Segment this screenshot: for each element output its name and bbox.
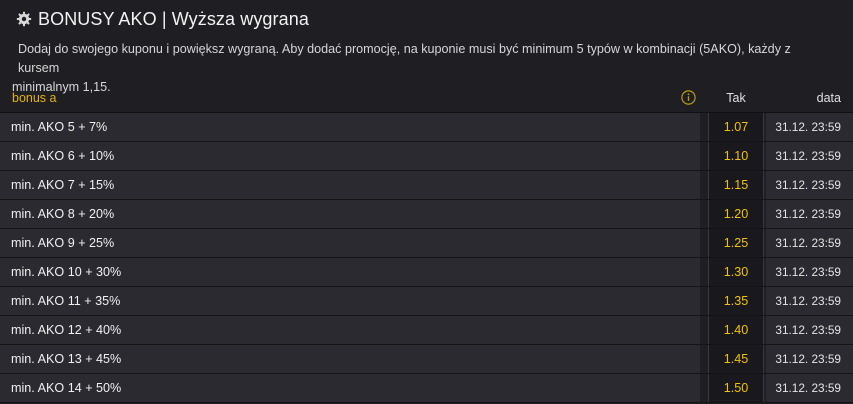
title-bar: BONUSY AKO | Wyższa wygrana — [0, 0, 853, 38]
bonus-name: min. AKO 11 + 35% — [0, 287, 700, 315]
promo-description: Dodaj do swojego kuponu i powiększ wygra… — [0, 38, 853, 94]
odds-button[interactable]: 1.50 — [708, 374, 764, 402]
odds-button[interactable]: 1.45 — [708, 345, 764, 373]
bonus-name: min. AKO 13 + 45% — [0, 345, 700, 373]
odds-button[interactable]: 1.25 — [708, 229, 764, 257]
odds-button[interactable]: 1.15 — [708, 171, 764, 199]
header-date: data — [816, 91, 841, 105]
table-row: min. AKO 13 + 45% 1.45 31.12. 23:59 — [0, 345, 853, 374]
bonus-date: 31.12. 23:59 — [766, 258, 853, 286]
page-title: BONUSY AKO | Wyższa wygrana — [38, 8, 309, 29]
odds-button[interactable]: 1.10 — [708, 142, 764, 170]
bonus-name: min. AKO 6 + 10% — [0, 142, 700, 170]
bonus-panel: BONUSY AKO | Wyższa wygrana Dodaj do swo… — [0, 0, 853, 404]
bonus-name: min. AKO 14 + 50% — [0, 374, 700, 402]
header-odds: Tak — [726, 91, 746, 105]
table-header: bonus a Tak data — [0, 84, 853, 113]
bonus-name: min. AKO 10 + 30% — [0, 258, 700, 286]
bonus-date: 31.12. 23:59 — [766, 113, 853, 141]
bonus-date: 31.12. 23:59 — [766, 345, 853, 373]
odds-button[interactable]: 1.30 — [708, 258, 764, 286]
odds-button[interactable]: 1.07 — [708, 113, 764, 141]
table-row: min. AKO 8 + 20% 1.20 31.12. 23:59 — [0, 200, 853, 229]
bonus-date: 31.12. 23:59 — [766, 171, 853, 199]
bonus-date: 31.12. 23:59 — [766, 287, 853, 315]
bonus-name: min. AKO 7 + 15% — [0, 171, 700, 199]
table-row: min. AKO 5 + 7% 1.07 31.12. 23:59 — [0, 113, 853, 142]
table-row: min. AKO 11 + 35% 1.35 31.12. 23:59 — [0, 287, 853, 316]
table-row: min. AKO 6 + 10% 1.10 31.12. 23:59 — [0, 142, 853, 171]
bonus-name: min. AKO 8 + 20% — [0, 200, 700, 228]
bonus-name: min. AKO 5 + 7% — [0, 113, 700, 141]
bonus-date: 31.12. 23:59 — [766, 374, 853, 402]
table-row: min. AKO 12 + 40% 1.40 31.12. 23:59 — [0, 316, 853, 345]
header-label: bonus a — [12, 91, 57, 105]
info-icon[interactable] — [681, 90, 696, 105]
table-row: min. AKO 9 + 25% 1.25 31.12. 23:59 — [0, 229, 853, 258]
bonus-date: 31.12. 23:59 — [766, 229, 853, 257]
bonus-date: 31.12. 23:59 — [766, 316, 853, 344]
description-line-1: Dodaj do swojego kuponu i powiększ wygra… — [18, 42, 791, 75]
gear-badge-icon — [16, 11, 32, 27]
bonus-date: 31.12. 23:59 — [766, 142, 853, 170]
table-row: min. AKO 14 + 50% 1.50 31.12. 23:59 — [0, 374, 853, 403]
bonus-table: min. AKO 5 + 7% 1.07 31.12. 23:59 min. A… — [0, 113, 853, 403]
table-row: min. AKO 10 + 30% 1.30 31.12. 23:59 — [0, 258, 853, 287]
odds-button[interactable]: 1.20 — [708, 200, 764, 228]
bonus-name: min. AKO 12 + 40% — [0, 316, 700, 344]
bonus-name: min. AKO 9 + 25% — [0, 229, 700, 257]
table-row: min. AKO 7 + 15% 1.15 31.12. 23:59 — [0, 171, 853, 200]
odds-button[interactable]: 1.40 — [708, 316, 764, 344]
bonus-date: 31.12. 23:59 — [766, 200, 853, 228]
odds-button[interactable]: 1.35 — [708, 287, 764, 315]
